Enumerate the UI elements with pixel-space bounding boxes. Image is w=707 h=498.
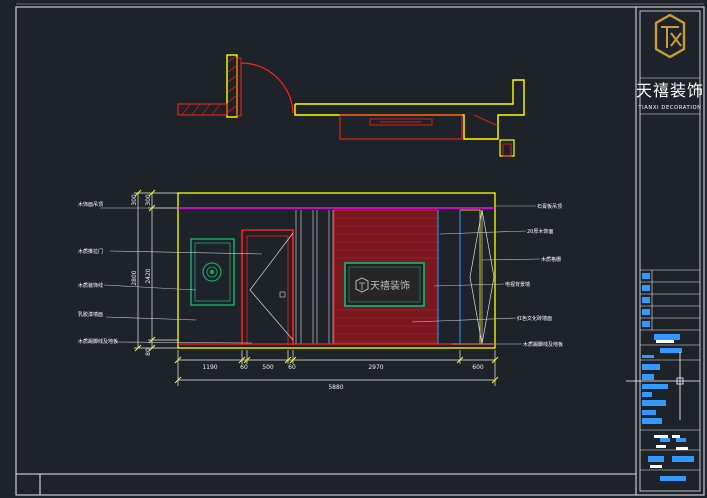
dim-5880: 5880 xyxy=(328,384,343,391)
dim-60a: 60 xyxy=(240,364,248,371)
dim-1190: 1190 xyxy=(202,364,217,371)
right-labels: 石膏板吊顶 20厚木饰面 木质格栅 电视背景墙 红色文化砖墙面 木质踢脚线及地板 xyxy=(505,203,563,348)
label-left-4: 木质踢脚线及地板 xyxy=(78,338,118,345)
left-leaders xyxy=(100,207,263,344)
dim-2420: 2420 xyxy=(145,268,152,283)
brand-en: TIANXI DECORATION xyxy=(637,105,701,111)
dim-300b: 300 xyxy=(145,194,152,206)
dim-600: 600 xyxy=(472,364,484,371)
label-right-1: 20厚木饰面 xyxy=(527,228,553,235)
brand-cn: 天禧装饰 xyxy=(636,81,704,100)
left-labels: 木饰面吊顶 木质推拉门 木质装饰线 乳胶漆墙面 木质踢脚线及地板 xyxy=(78,201,118,345)
plan-view xyxy=(177,54,525,157)
label-left-0: 木饰面吊顶 xyxy=(78,201,103,208)
label-left-1: 木质推拉门 xyxy=(78,248,103,255)
label-right-5: 木质踢脚线及地板 xyxy=(523,341,563,348)
dim-2800: 2800 xyxy=(131,270,138,285)
label-right-3: 电视背景墙 xyxy=(505,281,530,288)
dimension-ticks xyxy=(134,189,499,384)
dim-60b: 60 xyxy=(288,364,296,371)
door-swing xyxy=(240,62,294,114)
medallion-icon xyxy=(202,262,222,282)
dim-300a: 300 xyxy=(131,194,138,206)
dim-500: 500 xyxy=(262,364,274,371)
dim-80: 80 xyxy=(145,348,152,356)
label-right-0: 石膏板吊顶 xyxy=(537,203,562,210)
cad-drawing: 天禧装饰 TIANXI DECORATION 天禧装饰 1190 60 500 … xyxy=(15,3,705,496)
label-right-2: 木质格栅 xyxy=(541,256,561,263)
elevation-view: 天禧装饰 xyxy=(177,192,496,349)
label-left-3: 乳胶漆墙面 xyxy=(78,311,103,318)
dim-2970: 2970 xyxy=(368,364,383,371)
doorway-frame xyxy=(241,229,294,345)
tv-logo-text: 天禧装饰 xyxy=(370,279,410,292)
label-right-4: 红色文化砖墙面 xyxy=(517,315,552,322)
label-left-2: 木质装饰线 xyxy=(78,282,103,289)
tianxi-logo-icon xyxy=(654,13,686,59)
